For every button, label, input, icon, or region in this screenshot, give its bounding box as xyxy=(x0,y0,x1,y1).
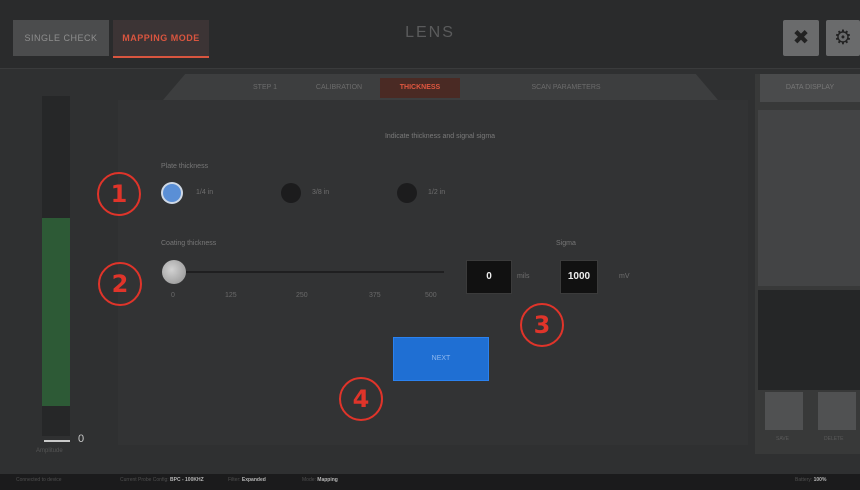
next-button[interactable]: NEXT xyxy=(393,337,489,381)
single-check-button[interactable]: SINGLE CHECK xyxy=(13,20,109,56)
status-probe-config: Current Probe Config: BPC - 100KHZ xyxy=(120,477,204,483)
sigma-value-input[interactable]: 1000 xyxy=(560,260,598,294)
level-meter-indicator xyxy=(44,440,70,442)
coating-slider-track[interactable] xyxy=(174,271,444,273)
status-filter: Filter: Expanded xyxy=(228,477,266,483)
status-battery: Battery: 100% xyxy=(795,477,827,483)
tab-scan-parameters[interactable]: SCAN PARAMETERS xyxy=(466,78,666,98)
sigma-unit: mV xyxy=(619,273,630,280)
data-display-tab[interactable]: DATA DISPLAY xyxy=(760,74,860,102)
app-title: LENS xyxy=(405,24,455,41)
save-button[interactable] xyxy=(765,392,803,430)
plate-radio-1-2[interactable] xyxy=(397,183,417,203)
slider-tick-label: 250 xyxy=(296,292,308,299)
tab-thickness[interactable]: THICKNESS xyxy=(380,78,460,98)
sigma-label: Sigma xyxy=(556,240,576,247)
plate-radio-label: 1/4 in xyxy=(196,189,214,196)
slider-tick-label: 125 xyxy=(225,292,237,299)
gear-icon: ⚙ xyxy=(834,27,852,49)
delete-button[interactable] xyxy=(818,392,856,430)
plate-radio-3-8[interactable] xyxy=(281,183,301,203)
level-meter-value: 0 xyxy=(78,433,85,445)
callout-4: 4 xyxy=(339,377,383,421)
callout-1: 1 xyxy=(97,172,141,216)
slider-tick-label: 375 xyxy=(369,292,381,299)
coating-unit: mils xyxy=(517,273,530,280)
expand-icon: ✖ xyxy=(792,27,810,49)
data-display-area xyxy=(758,110,860,286)
status-connection: Connected to device xyxy=(16,477,62,483)
plate-thickness-label: Plate thickness xyxy=(161,163,209,170)
coating-value-input[interactable]: 0 xyxy=(466,260,512,294)
slider-tick-label: 500 xyxy=(425,292,437,299)
slider-tick-label: 0 xyxy=(171,292,175,299)
plate-radio-label: 3/8 in xyxy=(312,189,330,196)
level-meter-caption: Amplitude xyxy=(36,448,63,454)
data-display-preview xyxy=(758,290,860,390)
delete-button-label: DELETE xyxy=(824,436,844,442)
plate-radio-label: 1/2 in xyxy=(428,189,446,196)
status-mode: Mode: Mapping xyxy=(302,477,338,483)
mapping-mode-button[interactable]: MAPPING MODE xyxy=(113,20,209,58)
tab-calibration[interactable]: CALIBRATION xyxy=(302,78,376,98)
plate-radio-1-4[interactable] xyxy=(163,184,181,202)
save-button-label: SAVE xyxy=(776,436,789,442)
settings-button[interactable]: ⚙ xyxy=(826,20,860,56)
level-meter-fill xyxy=(42,218,70,406)
callout-2: 2 xyxy=(98,262,142,306)
expand-button[interactable]: ✖ xyxy=(783,20,819,56)
tab-step-1[interactable]: STEP 1 xyxy=(230,78,300,98)
instruction-text: Indicate thickness and signal sigma xyxy=(384,133,496,140)
callout-3: 3 xyxy=(520,303,564,347)
coating-slider-thumb[interactable] xyxy=(162,260,186,284)
coating-thickness-label: Coating thickness xyxy=(161,240,217,247)
